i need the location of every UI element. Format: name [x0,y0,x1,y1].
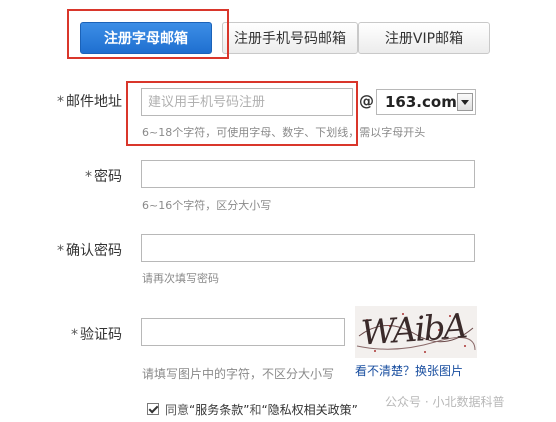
password-input[interactable] [141,160,475,188]
password-hint: 6~16个字符，区分大小写 [142,199,272,212]
captcha-text: WAibA [359,306,468,354]
email-label: * 邮件地址 [57,94,122,110]
email-input[interactable] [141,88,353,116]
chevron-down-icon[interactable] [457,93,473,111]
captcha-hint: 请填写图片中的字符，不区分大小写 [142,367,335,381]
watermark: 公众号 · 小北数据科普 [385,395,505,409]
at-symbol: @ [359,92,374,110]
confirm-password-input[interactable] [141,234,475,262]
tab-letter-email[interactable]: 注册字母邮箱 [80,22,212,54]
privacy-link[interactable]: “隐私权相关政策” [261,403,357,417]
domain-select[interactable]: 163.com [376,89,476,115]
agree-checkbox[interactable] [147,403,159,415]
email-hint: 6~18个字符，可使用字母、数字、下划线，需以字母开头 [142,126,426,139]
confirm-password-label: * 确认密码 [57,243,122,259]
refresh-captcha-link[interactable]: 看不清楚？换张图片 [355,362,463,379]
agreement-text: 同意“服务条款”和“隐私权相关政策” [165,403,358,417]
confirm-password-hint: 请再次填写密码 [142,272,219,285]
tab-mobile-email[interactable]: 注册手机号码邮箱 [222,22,358,54]
tab-bar: 注册字母邮箱 注册手机号码邮箱 注册VIP邮箱 [70,22,490,56]
password-label: * 密码 [85,169,122,185]
captcha-input[interactable] [141,318,345,346]
domain-value: 163.com [385,93,457,111]
terms-link[interactable]: “服务条款” [189,403,249,417]
captcha-label: * 验证码 [71,327,122,343]
tab-vip-email[interactable]: 注册VIP邮箱 [358,22,490,54]
captcha-image[interactable]: WAibA [355,306,477,358]
